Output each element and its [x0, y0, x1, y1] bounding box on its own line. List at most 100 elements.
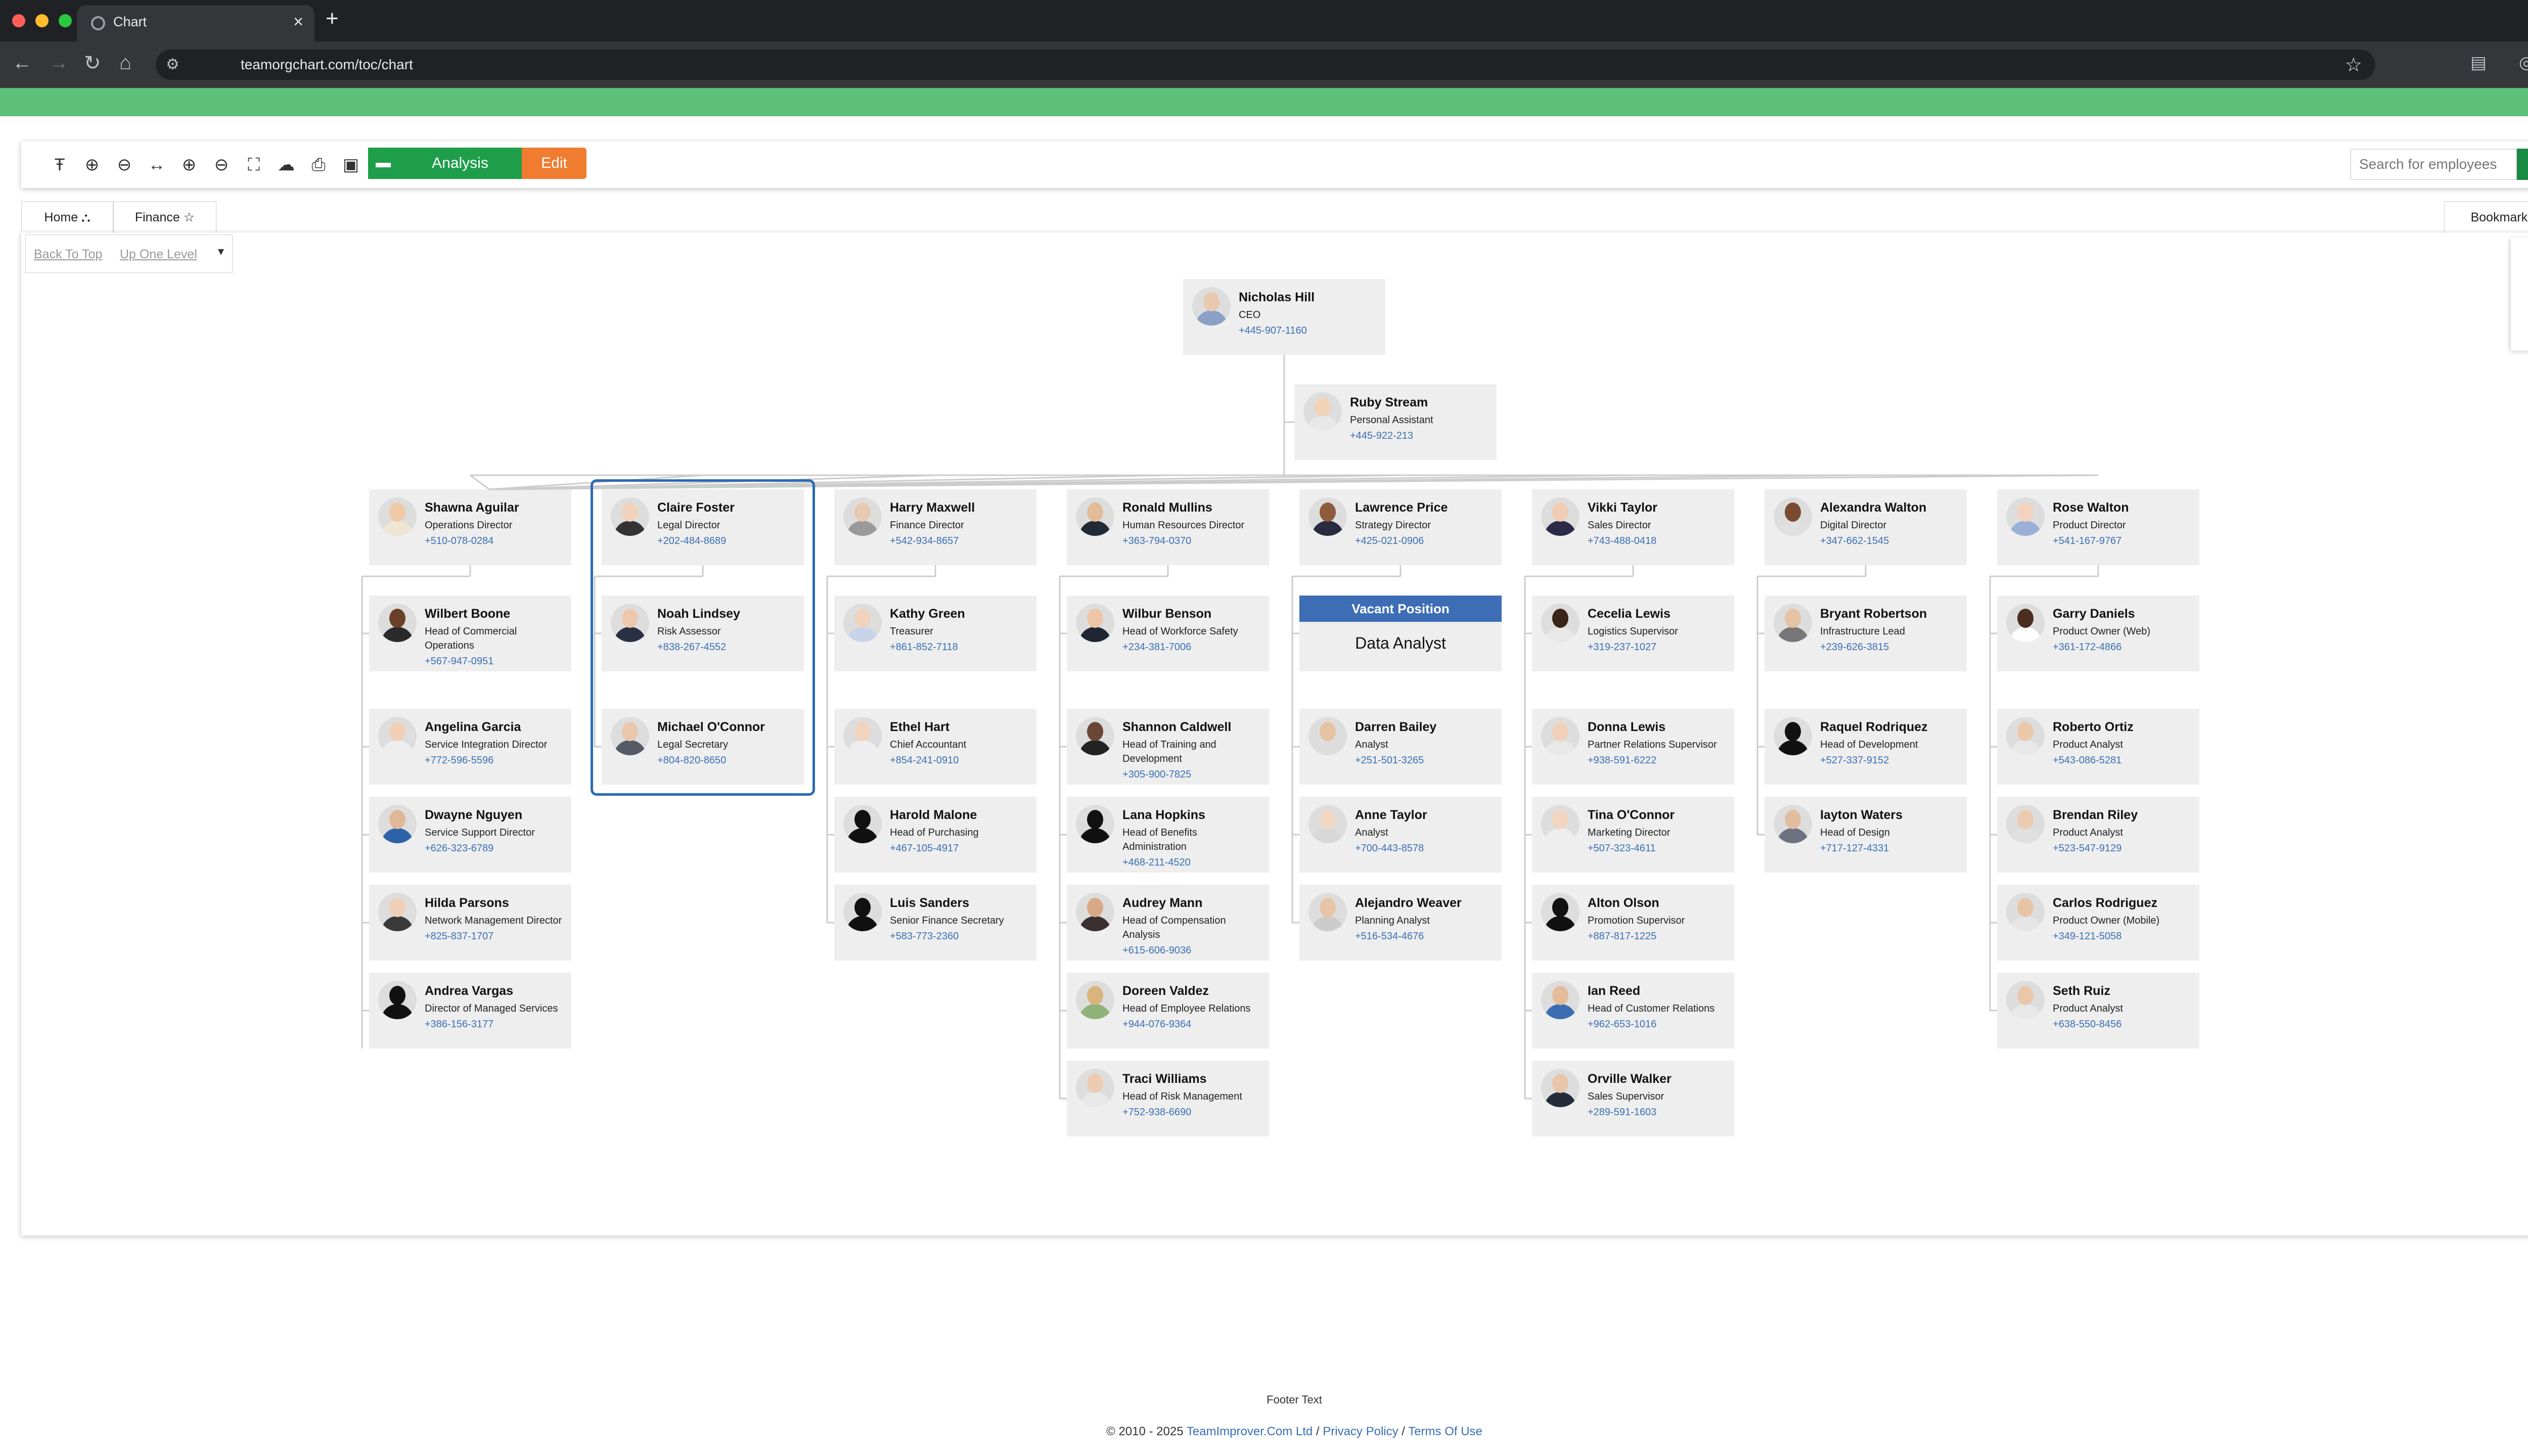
up-one-level-link[interactable]: Up One Level [120, 247, 197, 262]
reading-list-icon[interactable]: ▤ [2470, 53, 2487, 73]
employee-phone[interactable]: +239-626-3815 [1820, 642, 1960, 653]
employee-phone[interactable]: +347-662-1545 [1820, 535, 1960, 547]
employee-card[interactable]: Angelina Garcia Service Integration Direc… [369, 709, 571, 785]
new-tab-icon[interactable]: + [326, 6, 339, 31]
employee-phone[interactable]: +542-934-8657 [890, 535, 1029, 547]
employee-phone[interactable]: +361-172-4866 [2053, 642, 2192, 653]
bookmarks-button[interactable]: Bookmarks▮ [2444, 201, 2528, 233]
employee-phone[interactable]: +861-852-7118 [890, 642, 1029, 653]
employee-card[interactable]: Andrea Vargas Director of Managed Service… [369, 973, 571, 1049]
employee-card[interactable]: Garry Daniels Product Owner (Web) +361-172… [1997, 596, 2199, 671]
employee-card[interactable]: Lana Hopkins Head of Benefits Administrat… [1067, 797, 1269, 873]
minimize-window-icon[interactable] [35, 14, 49, 27]
employee-card[interactable]: Harry Maxwell Finance Director +542-934-86… [834, 489, 1036, 565]
bookmark-star-icon[interactable]: ☆ [2345, 54, 2362, 76]
site-settings-icon[interactable]: ⚙ [166, 56, 179, 73]
employee-card[interactable]: Shannon Caldwell Head of Training and Dev… [1067, 709, 1269, 785]
employee-phone[interactable]: +743-488-0418 [1588, 535, 1727, 547]
employee-phone[interactable]: +804-820-8650 [657, 755, 797, 766]
employee-phone[interactable]: +445-907-1160 [1239, 325, 1378, 337]
employee-phone[interactable]: +541-167-9767 [2053, 535, 2192, 547]
employee-card[interactable]: Ronald Mullins Human Resources Director +3… [1067, 489, 1269, 565]
employee-card[interactable]: Iayton Waters Head of Design +717-127-4331 [1765, 797, 1967, 873]
employee-card[interactable]: Alton Olson Promotion Supervisor +887-817-… [1532, 885, 1734, 961]
company-link[interactable]: TeamImprover.Com Ltd [1187, 1425, 1313, 1438]
breadcrumb-dropdown-icon[interactable]: ▾ [218, 244, 224, 259]
browser-tab[interactable]: Chart × [77, 5, 314, 41]
employee-phone[interactable]: +349-121-5058 [2053, 931, 2192, 942]
analysis-button[interactable]: Analysis [398, 148, 522, 179]
employee-phone[interactable]: +638-550-8456 [2053, 1019, 2192, 1030]
terms-of-use-link[interactable]: Terms Of Use [1408, 1425, 1482, 1438]
employee-card[interactable]: Wilbur Benson Head of Workforce Safety +23… [1067, 596, 1269, 671]
tab-home[interactable]: Home ⛬ [21, 201, 113, 233]
employee-phone[interactable]: +445-922-213 [1350, 430, 1489, 442]
employee-card[interactable]: Vikki Taylor Sales Director +743-488-0418 [1532, 489, 1734, 565]
close-window-icon[interactable] [12, 14, 25, 27]
employee-card[interactable]: Cecelia Lewis Logistics Supervisor +319-23… [1532, 596, 1734, 671]
employee-phone[interactable]: +507-323-4611 [1588, 843, 1727, 854]
employee-card[interactable]: Ian Reed Head of Customer Relations +962-6… [1532, 973, 1734, 1049]
privacy-policy-link[interactable]: Privacy Policy [1323, 1425, 1398, 1438]
search-icon[interactable]: ⚲ [2517, 149, 2528, 180]
employee-card[interactable]: Noah Lindsey Risk Assessor +838-267-4552 [602, 596, 804, 671]
tab-close-icon[interactable]: × [293, 12, 303, 32]
employee-phone[interactable]: +527-337-9152 [1820, 755, 1960, 766]
fullscreen-icon[interactable]: ⛶ [239, 150, 269, 180]
employee-phone[interactable]: +838-267-4552 [657, 642, 797, 653]
text-size-icon[interactable]: Ŧ [44, 150, 75, 180]
employee-phone[interactable]: +516-534-4676 [1355, 931, 1495, 942]
employee-card[interactable]: Doreen Valdez Head of Employee Relations +… [1067, 973, 1269, 1049]
omnibox[interactable]: ⚙ teamorgchart.com/toc/chart ☆ [156, 50, 2375, 80]
cloud-upload-icon[interactable]: ☁ [271, 150, 301, 180]
employee-phone[interactable]: +583-773-2360 [890, 931, 1029, 942]
employee-card[interactable]: Luis Sanders Senior Finance Secretary +583… [834, 885, 1036, 961]
back-arrow-icon[interactable]: ← [12, 52, 32, 74]
employee-phone[interactable]: +386-156-3177 [425, 1019, 564, 1030]
export-excel-icon[interactable]: ▣ [336, 150, 366, 180]
employee-phone[interactable]: +567-947-0951 [425, 656, 564, 667]
maximize-window-icon[interactable] [59, 14, 72, 27]
employee-phone[interactable]: +510-078-0284 [425, 535, 564, 547]
employee-phone[interactable]: +425-021-0906 [1355, 535, 1495, 547]
employee-phone[interactable]: +752-938-6690 [1122, 1107, 1262, 1118]
employee-phone[interactable]: +289-591-1603 [1588, 1107, 1727, 1118]
forward-arrow-icon[interactable]: → [49, 52, 69, 74]
employee-card[interactable]: Audrey Mann Head of Compensation Analysis… [1067, 885, 1269, 961]
employee-card[interactable]: Lawrence Price Strategy Director +425-021-… [1299, 489, 1502, 565]
employee-card[interactable]: Raquel Rodriquez Head of Development +527-… [1765, 709, 1967, 785]
employee-phone[interactable]: +854-241-0910 [890, 755, 1029, 766]
employee-phone[interactable]: +825-837-1707 [425, 931, 564, 942]
employee-phone[interactable]: +305-900-7825 [1122, 769, 1262, 781]
employee-phone[interactable]: +962-653-1016 [1588, 1019, 1727, 1030]
employee-card[interactable]: Dwayne Nguyen Service Support Director +62… [369, 797, 571, 873]
fit-width-icon[interactable]: ↔ [142, 150, 172, 180]
employee-search-input[interactable] [2350, 149, 2517, 180]
employee-card[interactable]: Nicholas Hill CEO +445-907-1160 [1183, 279, 1385, 355]
employee-card[interactable]: Alexandra Walton Digital Director +347-662… [1765, 489, 1967, 565]
employee-card[interactable]: Shawna Aguilar Operations Director +510-07… [369, 489, 571, 565]
collapse-all-icon[interactable]: ⊖ [206, 150, 237, 180]
employee-card[interactable]: Ruby Stream Personal Assistant +445-922-21… [1294, 384, 1497, 460]
vacant-position-card[interactable]: Vacant Position Data Analyst [1299, 596, 1502, 671]
edit-button[interactable]: Edit [522, 148, 586, 179]
employee-phone[interactable]: +615-606-9036 [1122, 945, 1262, 957]
employee-card[interactable]: Orville Walker Sales Supervisor +289-591-1… [1532, 1061, 1734, 1136]
reload-icon[interactable]: ↻ [84, 52, 101, 75]
print-icon[interactable]: ⎙ [303, 150, 334, 180]
employee-card[interactable]: Wilbert Boone Head of Commercial Operatio… [369, 596, 571, 671]
employee-card[interactable]: Claire Foster Legal Director +202-484-8689 [602, 489, 804, 565]
expand-all-icon[interactable]: ⊕ [174, 150, 204, 180]
employee-phone[interactable]: +626-323-6789 [425, 843, 564, 854]
employee-card[interactable]: Carlos Rodriguez Product Owner (Mobile) +3… [1997, 885, 2199, 961]
employee-phone[interactable]: +772-596-5596 [425, 755, 564, 766]
back-to-top-link[interactable]: Back To Top [34, 247, 102, 262]
employee-card[interactable]: Brendan Riley Product Analyst +523-547-912… [1997, 797, 2199, 873]
employee-phone[interactable]: +202-484-8689 [657, 535, 797, 547]
zoom-out-icon[interactable]: ⊖ [109, 150, 140, 180]
employee-phone[interactable]: +251-501-3265 [1355, 755, 1495, 766]
employee-phone[interactable]: +523-547-9129 [2053, 843, 2192, 854]
employee-card[interactable]: Rose Walton Product Director +541-167-9767 [1997, 489, 2199, 565]
chat-icon[interactable]: ▬ [368, 148, 398, 179]
employee-card[interactable]: Roberto Ortiz Product Analyst +543-086-528… [1997, 709, 2199, 785]
